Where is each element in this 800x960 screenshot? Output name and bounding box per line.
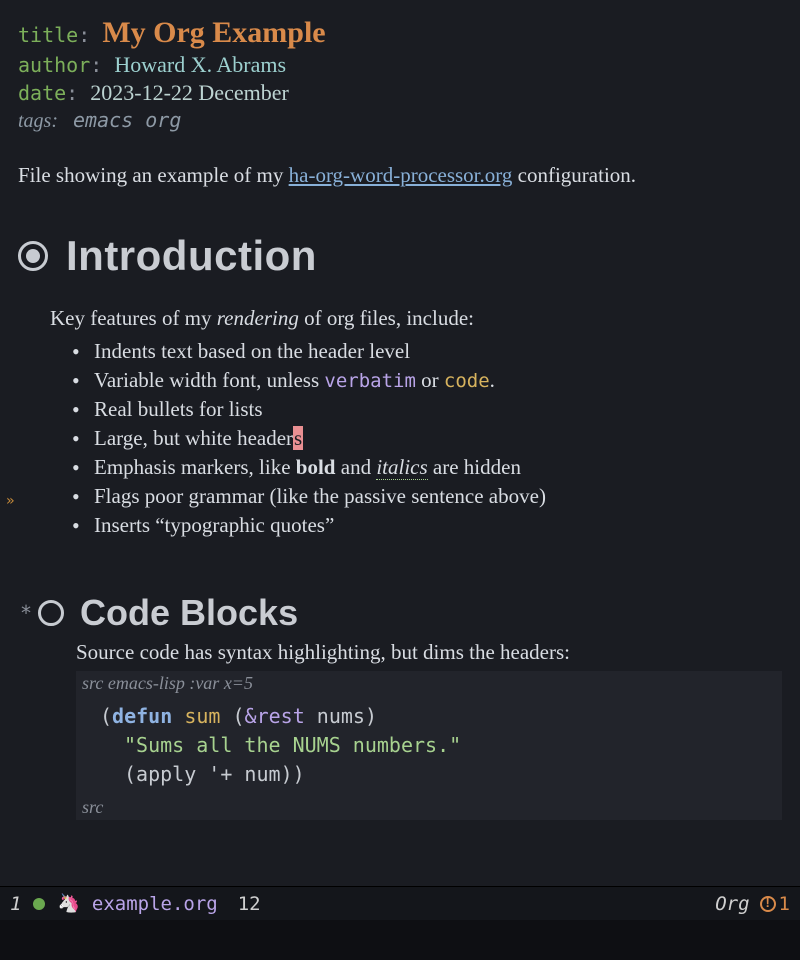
mode-line[interactable]: 1 🦄 example.org 12 Org 1 (0, 886, 800, 920)
heading-introduction[interactable]: Introduction (18, 232, 782, 280)
modified-indicator-icon (33, 898, 45, 910)
list-item: Indents text based on the header level (72, 339, 782, 364)
line-number: 12 (238, 893, 261, 915)
code-blocks-body: Source code has syntax highlighting, but… (76, 640, 782, 820)
list-item: Emphasis markers, like bold and italics … (72, 455, 782, 480)
features-list: Indents text based on the header level V… (72, 339, 782, 538)
meta-key-tags: tags: (18, 110, 58, 132)
heading-bullet-icon (18, 241, 48, 271)
document-date: 2023-12-22 December (90, 80, 289, 105)
flycheck-warning[interactable]: 1 (760, 893, 790, 915)
heading-bullet-outline-icon (38, 600, 64, 626)
list-item: Inserts “typographic quotes” (72, 513, 782, 538)
meta-date-line: date: 2023-12-22 December (18, 80, 782, 106)
list-item: Variable width font, unless verbatim or … (72, 368, 782, 393)
editor-buffer[interactable]: title: My Org Example author: Howard X. … (0, 0, 800, 820)
meta-key-author: author (18, 53, 90, 77)
src-block-end: src (76, 795, 782, 820)
heading-code-blocks[interactable]: * Code Blocks (20, 592, 782, 634)
warning-icon (760, 896, 776, 912)
src-block-begin: src emacs-lisp :var x=5 (76, 671, 782, 696)
meta-tags-line: tags: emacs org (18, 108, 782, 133)
buffer-name[interactable]: example.org (92, 893, 218, 915)
document-tags: emacs org (73, 108, 181, 132)
minibuffer[interactable] (0, 920, 800, 960)
meta-key-title: title (18, 23, 78, 47)
code-blocks-desc: Source code has syntax highlighting, but… (76, 640, 782, 665)
major-mode[interactable]: Org (715, 893, 749, 915)
document-title: My Org Example (102, 16, 325, 49)
config-file-link[interactable]: ha-org-word-processor.org (289, 163, 513, 187)
window-number: 1 (10, 893, 21, 915)
intro-body: Key features of my rendering of org file… (50, 306, 782, 538)
list-item: Large, but white headers (72, 426, 782, 451)
list-item: Real bullets for lists (72, 397, 782, 422)
heading-star-icon: * (20, 601, 32, 625)
meta-key-date: date (18, 81, 66, 105)
heading-2-text: Code Blocks (80, 592, 298, 634)
warning-count: 1 (779, 893, 790, 915)
src-block-body[interactable]: (defun sum (&rest nums) "Sums all the NU… (76, 696, 782, 795)
meta-author-line: author: Howard X. Abrams (18, 52, 782, 78)
meta-title-line: title: My Org Example (18, 16, 782, 50)
document-author: Howard X. Abrams (114, 52, 286, 77)
unicorn-icon: 🦄 (57, 893, 79, 914)
fringe-arrow-icon: » (6, 493, 14, 509)
list-item: Flags poor grammar (like the passive sen… (72, 484, 782, 509)
heading-1-text: Introduction (66, 232, 317, 280)
text-cursor: s (293, 426, 303, 450)
features-lead: Key features of my rendering of org file… (50, 306, 782, 331)
intro-paragraph: File showing an example of my ha-org-wor… (18, 163, 782, 188)
